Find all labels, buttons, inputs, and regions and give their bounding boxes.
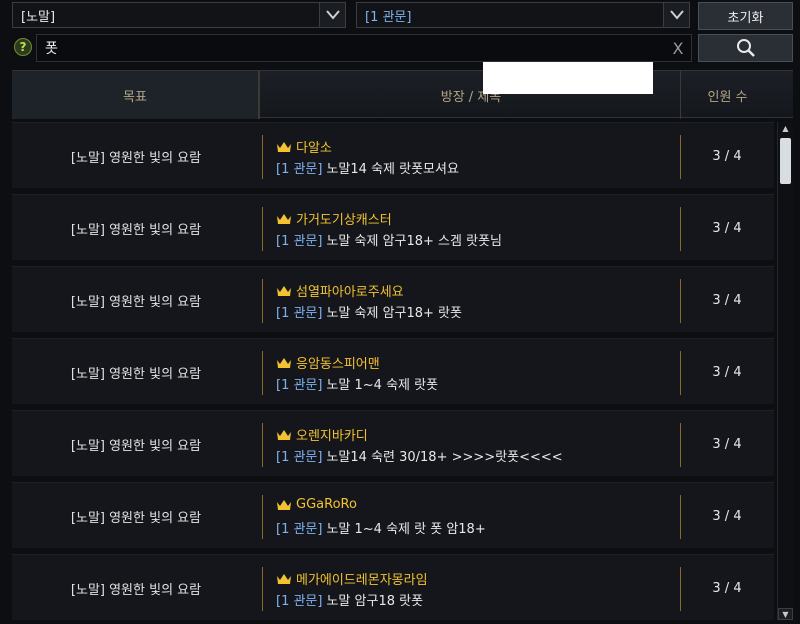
row-goal: [노말] 영원한 빛의 요람 bbox=[70, 582, 202, 598]
row-leader: GGaRoRo bbox=[276, 497, 357, 512]
crown-icon bbox=[277, 429, 291, 440]
leader-name: 응암동스피어맨 bbox=[296, 357, 380, 372]
row-goal: [노말] 영원한 빛의 요람 bbox=[70, 510, 202, 526]
divider bbox=[262, 279, 263, 323]
row-leader: 다알소 bbox=[276, 137, 332, 156]
row-tag: [1 관문] bbox=[276, 162, 323, 177]
redaction-box bbox=[483, 62, 653, 94]
column-header-goal[interactable]: 목표 bbox=[12, 71, 260, 119]
row-title: [1 관문] 노말14 숙제 랏폿모셔요 bbox=[276, 158, 459, 177]
row-goal: [노말] 영원한 빛의 요람 bbox=[70, 366, 202, 382]
leader-name: 다알소 bbox=[296, 141, 332, 156]
row-tag: [1 관문] bbox=[276, 522, 323, 537]
row-count: 3 / 4 bbox=[712, 220, 742, 236]
category-select[interactable]: [1 관문] bbox=[356, 2, 690, 28]
search-icon bbox=[736, 39, 755, 57]
party-list: [노말] 영원한 빛의 요람 다알소 [1 관문] 노말14 숙제 랏폿모셔요 3… bbox=[12, 122, 774, 624]
row-leader: 가거도기상캐스터 bbox=[276, 209, 392, 228]
scrollbar[interactable]: ▲ ▼ bbox=[777, 122, 793, 620]
row-title-text: 노말14 숙련 30/18+ >>>>랏폿<<<< bbox=[326, 450, 563, 465]
table-row[interactable]: [노말] 영원한 빛의 요람 가거도기상캐스터 [1 관문] 노말 숙제 암구18… bbox=[12, 194, 774, 260]
row-title-text: 노말14 숙제 랏폿모셔요 bbox=[326, 162, 459, 177]
row-tag: [1 관문] bbox=[276, 450, 323, 465]
table-row[interactable]: [노말] 영원한 빛의 요람 오렌지바카디 [1 관문] 노말14 숙련 30/1… bbox=[12, 410, 774, 476]
search-input[interactable]: 폿 X bbox=[36, 34, 692, 62]
difficulty-value: [노말] bbox=[21, 9, 56, 25]
chevron-down-icon[interactable] bbox=[663, 3, 689, 27]
row-leader: 응암동스피어맨 bbox=[276, 353, 380, 372]
row-tag: [1 관문] bbox=[276, 594, 323, 609]
reset-button[interactable]: 초기화 bbox=[698, 2, 793, 30]
row-title: [1 관문] 노말 암구18 랏폿 bbox=[276, 590, 423, 609]
row-goal: [노말] 영원한 빛의 요람 bbox=[70, 294, 202, 310]
row-leader: 섬열파아아로주세요 bbox=[276, 281, 404, 300]
leader-name: 섬열파아아로주세요 bbox=[296, 285, 404, 300]
row-count: 3 / 4 bbox=[712, 436, 742, 452]
divider bbox=[262, 135, 263, 179]
row-title: [1 관문] 노말 숙제 암구18+ 랏폿 bbox=[276, 302, 462, 321]
scroll-thumb[interactable] bbox=[780, 138, 791, 184]
row-goal: [노말] 영원한 빛의 요람 bbox=[70, 438, 202, 454]
divider bbox=[262, 423, 263, 467]
row-leader: 오렌지바카디 bbox=[276, 425, 368, 444]
table-row[interactable]: [노말] 영원한 빛의 요람 메가에이드레몬자몽라임 [1 관문] 노말 암구18… bbox=[12, 554, 774, 620]
divider bbox=[262, 495, 263, 539]
leader-name: 가거도기상캐스터 bbox=[296, 213, 392, 228]
row-title-text: 노말 1~4 숙제 랏 폿 암18+ bbox=[326, 522, 486, 537]
leader-name: 오렌지바카디 bbox=[296, 429, 368, 444]
clear-icon[interactable]: X bbox=[665, 39, 691, 58]
row-count: 3 / 4 bbox=[712, 148, 742, 164]
row-goal: [노말] 영원한 빛의 요람 bbox=[70, 150, 202, 166]
row-title-text: 노말 암구18 랏폿 bbox=[326, 594, 424, 609]
row-count: 3 / 4 bbox=[712, 364, 742, 380]
leader-name: GGaRoRo bbox=[296, 497, 357, 512]
table-row[interactable]: [노말] 영원한 빛의 요람 섬열파아아로주세요 [1 관문] 노말 숙제 암구1… bbox=[12, 266, 774, 332]
divider bbox=[262, 567, 263, 611]
row-tag: [1 관문] bbox=[276, 234, 323, 249]
row-title: [1 관문] 노말 1~4 숙제 랏폿 bbox=[276, 374, 438, 393]
crown-icon bbox=[277, 357, 291, 368]
crown-icon bbox=[277, 285, 291, 296]
row-title: [1 관문] 노말 숙제 암구18+ 스겜 랏폿님 bbox=[276, 230, 502, 249]
row-tag: [1 관문] bbox=[276, 378, 323, 393]
row-title-text: 노말 숙제 암구18+ 랏폿 bbox=[326, 306, 462, 321]
divider bbox=[262, 207, 263, 251]
row-count: 3 / 4 bbox=[712, 580, 742, 596]
row-title: [1 관문] 노말 1~4 숙제 랏 폿 암18+ bbox=[276, 518, 486, 537]
table-row[interactable]: [노말] 영원한 빛의 요람 응암동스피어맨 [1 관문] 노말 1~4 숙제 랏… bbox=[12, 338, 774, 404]
row-title-text: 노말 숙제 암구18+ 스겜 랏폿님 bbox=[326, 234, 502, 249]
table-row[interactable]: [노말] 영원한 빛의 요람 다알소 [1 관문] 노말14 숙제 랏폿모셔요 3… bbox=[12, 122, 774, 188]
row-count: 3 / 4 bbox=[712, 508, 742, 524]
divider bbox=[262, 351, 263, 395]
table-row[interactable]: [노말] 영원한 빛의 요람 GGaRoRo [1 관문] 노말 1~4 숙제 랏… bbox=[12, 482, 774, 548]
crown-icon bbox=[277, 499, 291, 510]
search-button[interactable] bbox=[698, 34, 793, 62]
row-title-text: 노말 1~4 숙제 랏폿 bbox=[326, 378, 439, 393]
search-input-value: 폿 bbox=[45, 41, 58, 57]
crown-icon bbox=[277, 141, 291, 152]
chevron-down-icon[interactable] bbox=[319, 3, 345, 27]
row-leader: 메가에이드레몬자몽라임 bbox=[276, 569, 428, 588]
crown-icon bbox=[277, 213, 291, 224]
difficulty-select[interactable]: [노말] bbox=[12, 2, 346, 28]
row-tag: [1 관문] bbox=[276, 306, 323, 321]
scroll-up-arrow-icon[interactable]: ▲ bbox=[778, 122, 793, 134]
column-header-count[interactable]: 인원 수 bbox=[680, 71, 774, 119]
leader-name: 메가에이드레몬자몽라임 bbox=[296, 573, 428, 588]
crown-icon bbox=[277, 573, 291, 584]
help-icon[interactable]: ? bbox=[14, 38, 32, 56]
table-header: 목표 방장 / 제목 인원 수 bbox=[12, 70, 793, 119]
row-goal: [노말] 영원한 빛의 요람 bbox=[70, 222, 202, 238]
row-title: [1 관문] 노말14 숙련 30/18+ >>>>랏폿<<<< bbox=[276, 446, 563, 465]
scroll-down-arrow-icon[interactable]: ▼ bbox=[778, 608, 793, 620]
category-value: [1 관문] bbox=[365, 9, 412, 25]
row-count: 3 / 4 bbox=[712, 292, 742, 308]
